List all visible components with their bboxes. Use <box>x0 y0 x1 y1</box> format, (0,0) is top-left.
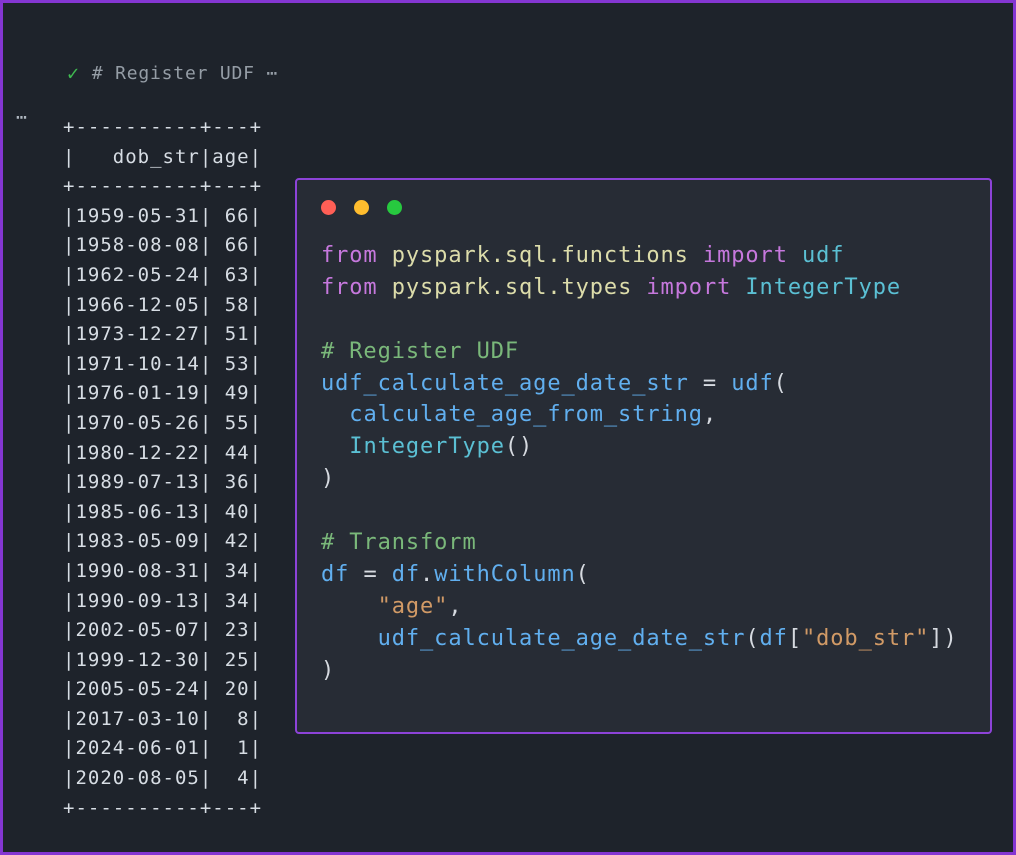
code-line: # Register UDF <box>321 338 520 364</box>
code-line: udf_calculate_age_date_str = udf( <box>321 370 788 396</box>
code-line: IntegerType() <box>349 434 534 460</box>
minimize-icon[interactable] <box>354 200 369 215</box>
code-line: ) <box>321 657 336 683</box>
traffic-lights <box>297 180 990 215</box>
code-editor: from pyspark.sql.functions import udf fro… <box>321 240 990 686</box>
output-table: +----------+---+ | dob_str|age| +-------… <box>63 116 263 819</box>
code-line: "age", <box>377 593 463 619</box>
code-line: # Transform <box>321 530 477 556</box>
code-line: calculate_age_from_string, <box>349 402 718 428</box>
gutter-ellipsis-icon[interactable]: ⋯ <box>16 107 28 128</box>
code-line: udf_calculate_age_date_str(df["dob_str"]… <box>377 625 958 651</box>
close-icon[interactable] <box>321 200 336 215</box>
code-line: ) <box>321 466 336 492</box>
code-line: from pyspark.sql.types import IntegerTyp… <box>321 274 902 300</box>
code-line: df = df.withColumn( <box>321 561 590 587</box>
collapsed-cell-label[interactable]: # Register UDF ⋯ <box>92 63 278 84</box>
code-snippet-window: from pyspark.sql.functions import udf fro… <box>295 178 992 734</box>
zoom-icon[interactable] <box>387 200 402 215</box>
collapsed-cell-status[interactable]: ✓ # Register UDF ⋯ <box>67 61 278 85</box>
success-check-icon: ✓ <box>67 61 80 85</box>
code-line: from pyspark.sql.functions import udf <box>321 243 845 268</box>
